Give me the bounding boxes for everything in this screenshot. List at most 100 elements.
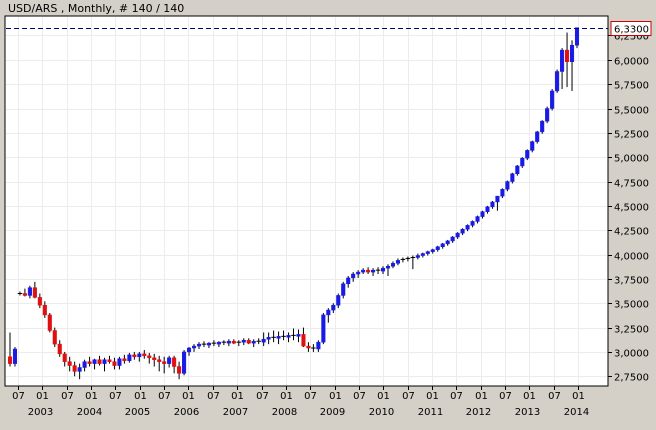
y-tick-label: 4,2500 — [614, 227, 649, 238]
candle-body — [316, 341, 321, 350]
candle-body — [380, 267, 386, 272]
candle-body — [172, 357, 177, 367]
candle-body — [465, 225, 470, 230]
candle-body — [132, 354, 137, 358]
candle-body — [336, 295, 341, 306]
candle-body — [32, 287, 37, 298]
candle-body — [530, 141, 535, 151]
x-tick-year: 2005 — [125, 407, 150, 418]
y-tick-label: 5,7500 — [614, 81, 649, 92]
candle-body — [415, 255, 420, 258]
y-tick-label: 5,2500 — [614, 130, 649, 141]
y-tick-label: 4,7500 — [614, 179, 649, 190]
candle-body — [177, 366, 182, 374]
x-tick-year: 2010 — [369, 407, 394, 418]
candle-body — [420, 253, 425, 256]
candle-body — [77, 367, 82, 372]
y-tick-label: 6,0000 — [614, 57, 649, 68]
x-tick-month: 07 — [109, 391, 122, 402]
candle-body — [276, 336, 281, 339]
candle-body — [510, 173, 515, 182]
candle-body — [142, 353, 147, 357]
plot-area — [4, 15, 609, 387]
candle-body — [515, 165, 520, 174]
candle-body — [366, 269, 371, 273]
candle-body — [92, 359, 97, 364]
candle-body — [356, 271, 361, 275]
candle-body — [27, 287, 32, 296]
x-tick-month: 01 — [426, 391, 439, 402]
x-tick-month: 01 — [182, 391, 195, 402]
candle-body — [425, 251, 430, 254]
candle-body — [117, 358, 122, 366]
candle-body — [187, 347, 192, 353]
candle-body — [22, 293, 27, 296]
x-tick-month: 07 — [256, 391, 269, 402]
x-tick-month: 07 — [353, 391, 366, 402]
candle-body — [37, 297, 42, 306]
candle-body — [301, 334, 306, 347]
candle-body — [565, 49, 570, 63]
y-tick-label: 3,7500 — [614, 276, 649, 287]
candle-body — [47, 314, 52, 331]
candle-body — [241, 339, 246, 343]
x-tick-month: 07 — [12, 391, 25, 402]
candle-body — [495, 195, 500, 203]
candle-body — [67, 361, 72, 366]
candle-body — [455, 232, 460, 238]
candle-body — [326, 309, 331, 316]
candle-body — [569, 44, 575, 63]
candle-body — [470, 221, 475, 226]
candle-body — [435, 246, 440, 250]
candle-body — [231, 340, 236, 344]
candle-body — [445, 240, 450, 245]
x-tick-month: 07 — [207, 391, 220, 402]
candle-body — [167, 357, 172, 364]
candle-body — [390, 263, 396, 267]
candle-body — [226, 340, 231, 344]
candle-body — [82, 361, 87, 368]
candle-body — [395, 260, 400, 264]
y-tick-label: 4,5000 — [614, 203, 649, 214]
candle-body — [152, 357, 157, 360]
candle-body — [122, 358, 127, 361]
x-tick-year: 2014 — [564, 407, 589, 418]
candle-body — [57, 343, 62, 355]
candle-body — [560, 49, 565, 72]
candle-body — [206, 342, 211, 346]
candle-body — [42, 304, 47, 316]
x-tick-month: 01 — [85, 391, 98, 402]
x-tick-year: 2007 — [223, 407, 248, 418]
candle-body — [574, 27, 580, 46]
x-tick-month: 01 — [377, 391, 390, 402]
candle-body — [107, 359, 112, 362]
x-tick-month: 01 — [475, 391, 488, 402]
candle-body — [485, 206, 490, 212]
candle-body — [490, 201, 495, 208]
candle-body — [321, 314, 326, 343]
x-tick-year: 2012 — [466, 407, 491, 418]
x-tick-month: 07 — [548, 391, 561, 402]
y-tick-label: 2,7500 — [614, 373, 649, 384]
candle-body — [346, 277, 351, 285]
x-tick-month: 01 — [572, 391, 585, 402]
candle-body — [87, 361, 92, 364]
chart-window: USD/ARS , Monthly, # 140 / 140 2,7500 3,0… — [0, 0, 656, 426]
candle-body — [261, 339, 266, 343]
candle-body — [550, 90, 555, 109]
x-tick-year: 2009 — [320, 407, 345, 418]
x-tick-month: 01 — [36, 391, 49, 402]
y-tick-label: 4,0000 — [614, 252, 649, 263]
chart-svg: USD/ARS , Monthly, # 140 / 140 2,7500 3,0… — [0, 0, 656, 426]
x-tick-month: 01 — [280, 391, 293, 402]
x-tick-month: 07 — [158, 391, 171, 402]
x-tick-month: 01 — [231, 391, 244, 402]
y-axis: 2,7500 3,0000 3,2500 3,5000 3,7500 4,0000 4,25… — [608, 32, 649, 384]
chart-title: USD/ARS , Monthly, # 140 / 140 — [8, 2, 184, 15]
candle-body — [251, 340, 256, 344]
candle-body — [137, 353, 142, 358]
candle-body — [555, 71, 560, 92]
candle-body — [341, 283, 346, 296]
x-tick-month: 07 — [450, 391, 463, 402]
candle-body — [361, 269, 366, 273]
